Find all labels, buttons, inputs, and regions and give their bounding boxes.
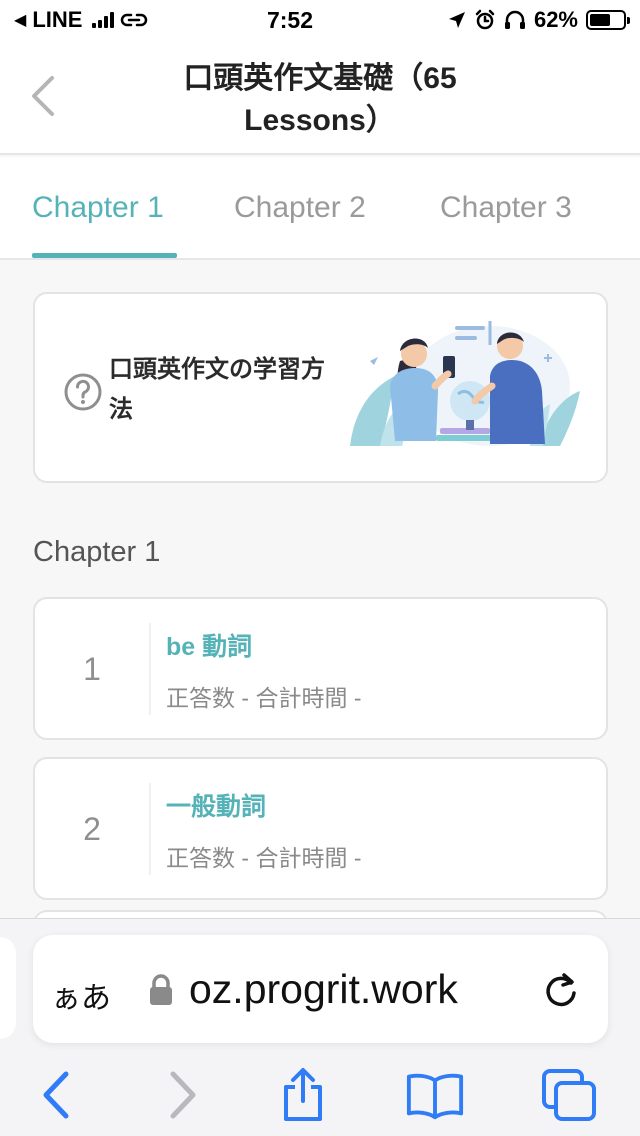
chapter-section-title: Chapter 1 <box>33 536 161 568</box>
tabs-button[interactable] <box>540 1065 600 1125</box>
active-tab-indicator <box>32 253 177 258</box>
back-arrow-icon <box>43 1071 69 1119</box>
back-to-app-icon[interactable]: ◀ <box>14 10 26 30</box>
status-right: 62% <box>396 7 630 33</box>
lesson-stats: 正答数 - 合計時間 - <box>166 685 362 711</box>
lesson-divider <box>149 623 151 715</box>
forward-arrow-icon <box>170 1071 196 1119</box>
study-method-card[interactable]: 口頭英作文の学習方法 <box>33 292 608 483</box>
url-text[interactable]: oz.progrit.work <box>189 966 458 1013</box>
link-icon <box>121 13 148 27</box>
address-bar[interactable]: ぁあ oz.progrit.work <box>33 935 608 1043</box>
status-bar: ◀ LINE 7:52 62% <box>0 0 640 40</box>
app-header: 口頭英作文基礎（65 Lessons） <box>0 40 640 155</box>
tabs-icon <box>542 1069 596 1121</box>
carrier-label[interactable]: LINE <box>32 7 82 33</box>
tab-chapter-3[interactable]: Chapter 3 <box>440 191 572 225</box>
chapter-tabs: Chapter 1 Chapter 2 Chapter 3 <box>0 157 640 260</box>
book-icon <box>406 1073 464 1120</box>
page-title: 口頭英作文基礎（65 Lessons） <box>183 62 457 137</box>
lesson-number: 1 <box>83 651 101 687</box>
lesson-divider <box>149 783 151 875</box>
signal-icon <box>92 12 115 28</box>
lesson-card-2[interactable]: 2 一般動詞 正答数 - 合計時間 - <box>33 757 608 900</box>
browser-bottom-bar: ぁあ oz.progrit.work <box>0 918 640 1136</box>
reload-icon[interactable] <box>541 971 581 1011</box>
share-button[interactable] <box>273 1065 333 1125</box>
lesson-stats: 正答数 - 合計時間 - <box>166 845 362 871</box>
headphones-icon <box>504 10 525 29</box>
share-icon <box>284 1068 322 1121</box>
study-method-label: 口頭英作文の学習方法 <box>109 356 325 423</box>
tab-chapter-1[interactable]: Chapter 1 <box>32 191 164 225</box>
lesson-title: be 動詞 <box>166 633 253 661</box>
clock: 7:52 <box>266 6 314 33</box>
conversation-illustration <box>350 321 580 446</box>
bookmarks-button[interactable] <box>405 1065 465 1125</box>
tab-chapter-2[interactable]: Chapter 2 <box>234 191 366 225</box>
alarm-icon <box>475 9 495 30</box>
lesson-card-1[interactable]: 1 be 動詞 正答数 - 合計時間 - <box>33 597 608 740</box>
forward-button[interactable] <box>152 1065 212 1125</box>
battery-percent: 62% <box>533 7 578 32</box>
battery-icon <box>586 10 630 30</box>
lesson-number: 2 <box>83 811 101 847</box>
browser-toolbar <box>0 1057 640 1136</box>
back-chevron-icon[interactable] <box>26 74 62 118</box>
page-settings-button[interactable]: ぁあ <box>51 973 111 1017</box>
question-circle-icon <box>64 373 102 411</box>
lock-icon <box>150 974 172 1005</box>
lesson-title: 一般動詞 <box>166 793 267 821</box>
previous-tab-url-bar[interactable] <box>0 937 16 1039</box>
location-arrow-icon <box>448 12 465 28</box>
back-button[interactable] <box>27 1065 87 1125</box>
